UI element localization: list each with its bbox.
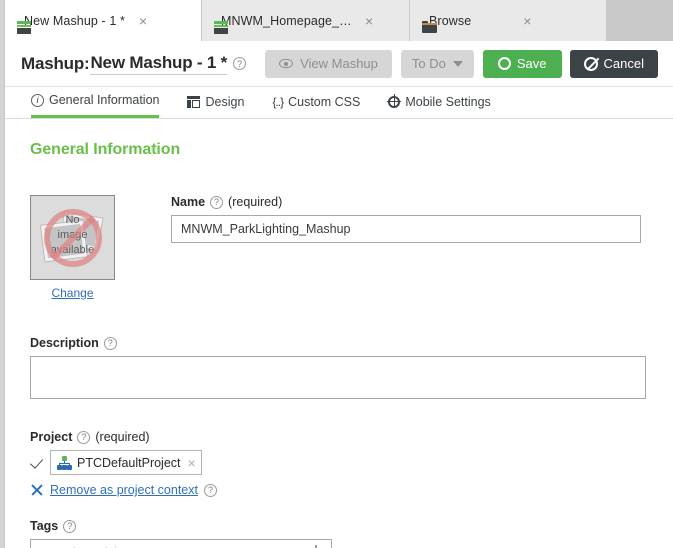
nav-tab-label: Custom CSS: [288, 94, 361, 109]
project-chip-row: PTCDefaultProject ×: [30, 450, 673, 475]
gear-icon: [386, 94, 401, 109]
tab-mnwm-homepage-mashup[interactable]: MNWM_Homepage_Mas... ×: [202, 0, 410, 41]
tab-mobile-settings[interactable]: Mobile Settings: [386, 87, 491, 118]
tab-general-information[interactable]: i General Information: [31, 87, 160, 118]
thumbnail-column: No image available Change: [30, 195, 120, 300]
hierarchy-icon: [57, 455, 72, 470]
tags-input-wrapper: [30, 539, 332, 548]
help-icon[interactable]: ?: [204, 483, 217, 497]
remove-project-context-row: Remove as project context ?: [30, 483, 673, 497]
tags-block: Tags ?: [30, 519, 673, 548]
save-button[interactable]: Save: [482, 49, 562, 78]
todo-dropdown-button[interactable]: To Do: [400, 49, 474, 78]
tab-label: MNWM_Homepage_Mas...: [221, 13, 357, 28]
browser-tab-strip: New Mashup - 1 * × MNWM_Homepage_Mas... …: [5, 0, 673, 41]
project-chip[interactable]: PTCDefaultProject ×: [50, 450, 202, 475]
help-icon[interactable]: ?: [77, 430, 91, 444]
name-label: Name ? (required): [171, 195, 641, 209]
name-field-column: Name ? (required): [171, 195, 673, 243]
entity-name-field[interactable]: New Mashup - 1 *: [90, 53, 227, 75]
view-mashup-label: View Mashup: [300, 56, 378, 71]
entity-toolbar: Mashup: New Mashup - 1 * ? View Mashup T…: [5, 41, 673, 87]
close-icon[interactable]: ×: [188, 455, 196, 471]
close-icon[interactable]: [30, 483, 44, 497]
tags-label: Tags ?: [30, 519, 673, 533]
tab-close-icon[interactable]: ×: [139, 14, 147, 28]
image-and-name-row: No image available Change Name ? (requir…: [30, 195, 673, 300]
project-block: Project ? (required) PTCDefaultProject ×…: [30, 430, 673, 497]
todo-label: To Do: [411, 56, 446, 71]
name-label-text: Name: [171, 195, 206, 209]
tags-search-input[interactable]: [30, 539, 332, 548]
remove-project-context-link[interactable]: Remove as project context: [50, 483, 198, 497]
eye-icon: [279, 59, 294, 68]
nav-tab-label: Design: [205, 94, 245, 109]
save-label: Save: [516, 56, 547, 71]
entity-thumbnail[interactable]: No image available: [30, 195, 115, 280]
css-braces-icon: {..}: [272, 94, 284, 109]
description-label-text: Description: [30, 336, 99, 350]
view-mashup-button[interactable]: View Mashup: [265, 49, 392, 78]
tab-design[interactable]: Design: [187, 87, 244, 118]
help-icon[interactable]: ?: [210, 195, 224, 209]
design-icon: [187, 95, 201, 108]
project-label: Project ? (required): [30, 430, 673, 444]
project-required-text: (required): [95, 430, 150, 444]
cancel-label: Cancel: [603, 56, 644, 71]
entity-type-label: Mashup:: [21, 53, 90, 73]
name-required-text: (required): [228, 195, 283, 209]
project-label-text: Project: [30, 430, 73, 444]
entity-nav-tabs: i General Information Design {..} Custom…: [5, 87, 673, 119]
tab-close-icon[interactable]: ×: [523, 14, 531, 28]
tab-custom-css[interactable]: {..} Custom CSS: [272, 87, 360, 118]
description-label: Description ?: [30, 336, 646, 350]
description-input[interactable]: [30, 356, 646, 399]
general-information-panel: General Information No image available C…: [5, 119, 673, 548]
name-input[interactable]: [171, 215, 641, 243]
tab-browse[interactable]: Browse ×: [410, 0, 607, 41]
change-image-link[interactable]: Change: [30, 286, 115, 300]
tab-close-icon[interactable]: ×: [365, 14, 373, 28]
project-chip-label: PTCDefaultProject: [77, 455, 181, 470]
info-icon: i: [31, 93, 44, 107]
check-icon: [30, 455, 45, 470]
nav-tab-label: General Information: [49, 93, 160, 107]
tags-label-text: Tags: [30, 519, 59, 533]
help-icon[interactable]: ?: [233, 57, 247, 70]
save-ring-icon: [497, 57, 511, 70]
no-image-slash-icon: [44, 209, 102, 267]
nav-tab-label: Mobile Settings: [405, 94, 491, 109]
help-icon[interactable]: ?: [103, 336, 117, 350]
chevron-down-icon: [452, 60, 463, 67]
cancel-button[interactable]: Cancel: [569, 49, 658, 78]
tab-label: New Mashup - 1 *: [24, 13, 125, 28]
page-title: General Information: [30, 141, 181, 158]
no-entry-icon: [583, 56, 598, 71]
description-block: Description ?: [30, 336, 673, 404]
tab-new-mashup[interactable]: New Mashup - 1 * ×: [5, 0, 202, 41]
help-icon[interactable]: ?: [63, 519, 77, 533]
